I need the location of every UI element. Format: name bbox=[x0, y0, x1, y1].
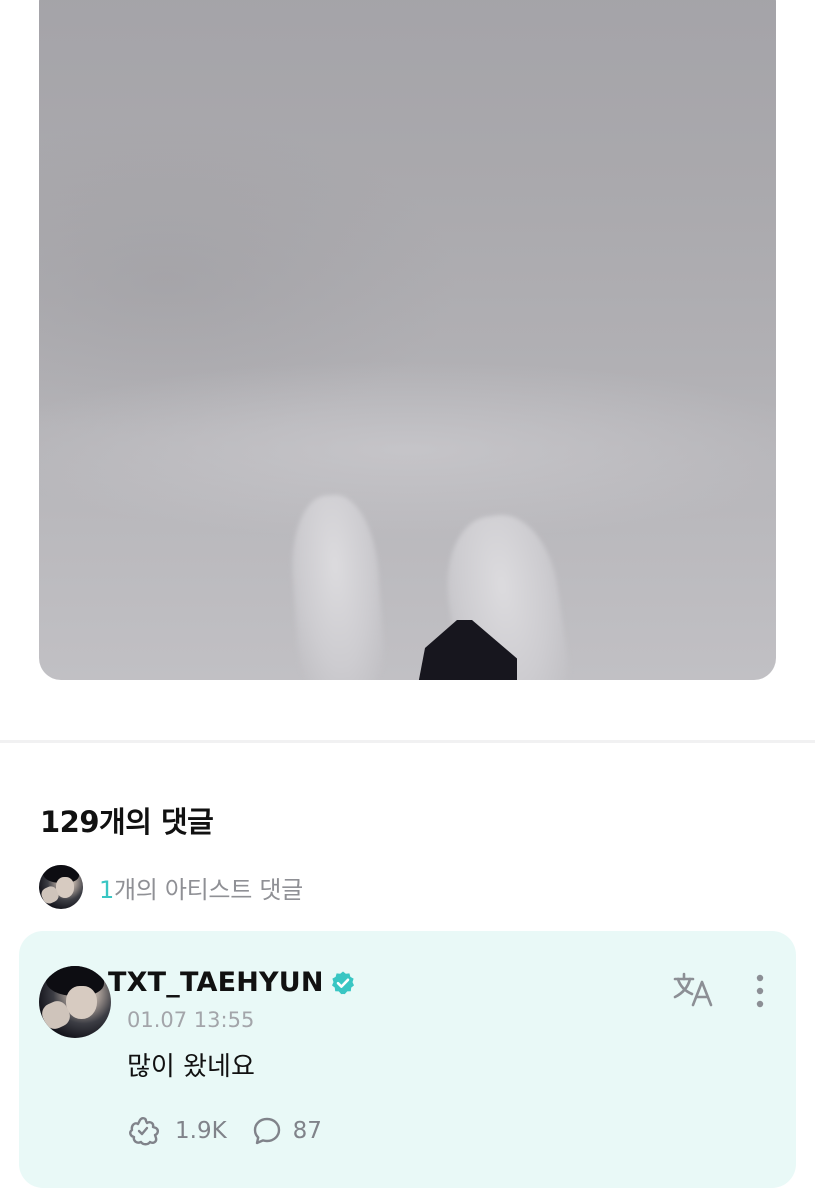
commenter-username[interactable]: TXT_TAEHYUN bbox=[108, 967, 324, 998]
artist-comment-count: 1 bbox=[99, 875, 114, 904]
artist-avatar bbox=[39, 865, 83, 909]
more-vertical-icon[interactable] bbox=[748, 973, 772, 1009]
like-count: 1.9K bbox=[175, 1118, 227, 1144]
commenter-avatar[interactable] bbox=[39, 966, 111, 1038]
like-hands-icon[interactable] bbox=[127, 1115, 163, 1147]
comment-text: 많이 왔네요 bbox=[127, 1052, 255, 1082]
comment-stats: 1.9K 87 bbox=[127, 1115, 322, 1147]
comment-count-heading: 129개의 댓글 bbox=[40, 805, 214, 839]
artist-comments-label: 1개의 아티스트 댓글 bbox=[99, 870, 303, 905]
photo-haze bbox=[39, 360, 776, 540]
artist-comment-suffix: 개의 아티스트 댓글 bbox=[113, 875, 303, 904]
verified-badge-icon bbox=[330, 970, 356, 996]
comment-timestamp: 01.07 13:55 bbox=[127, 1008, 255, 1032]
translate-icon[interactable] bbox=[672, 970, 716, 1010]
comment-bubble-icon[interactable] bbox=[251, 1115, 283, 1147]
commenter-name-row: TXT_TAEHYUN bbox=[108, 967, 356, 998]
post-image[interactable] bbox=[39, 0, 776, 680]
artist-comments-summary[interactable]: 1개의 아티스트 댓글 bbox=[39, 865, 303, 909]
reply-count: 87 bbox=[292, 1118, 322, 1144]
section-divider bbox=[0, 740, 815, 743]
